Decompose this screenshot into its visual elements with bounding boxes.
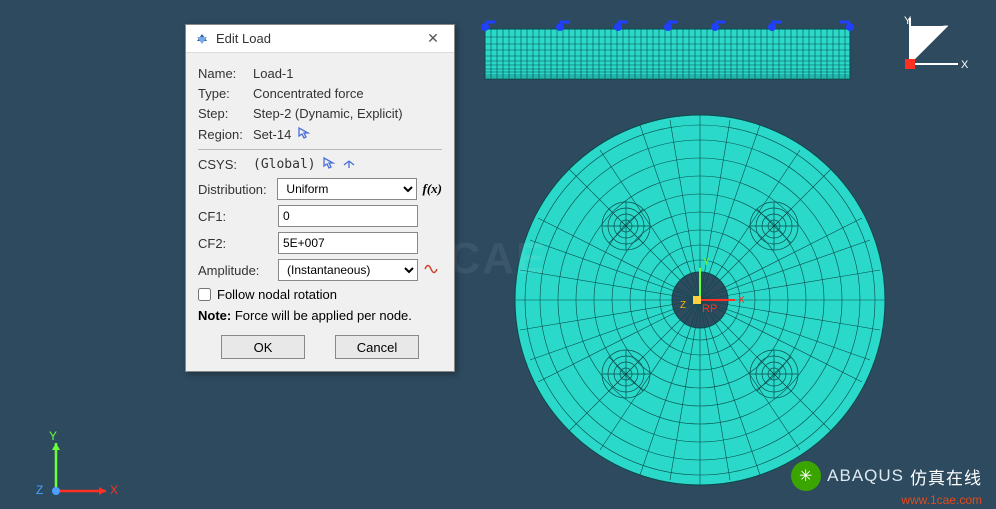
follow-nodal-rotation-label: Follow nodal rotation [217, 287, 337, 302]
name-label: Name: [198, 66, 253, 81]
type-value: Concentrated force [253, 86, 364, 101]
csys-value: (Global) [253, 157, 316, 172]
name-value: Load-1 [253, 66, 293, 81]
amplitude-select[interactable]: (Instantaneous) [278, 259, 418, 281]
pick-region-icon[interactable] [297, 126, 311, 143]
reference-axes: X Y [898, 14, 978, 84]
cf1-input[interactable] [278, 205, 418, 227]
wechat-icon: ✳ [791, 461, 821, 491]
viewport-canvas[interactable]: X Y Z RP [0, 0, 996, 509]
axis-z-label: Z [36, 483, 43, 497]
abaqus-logo-icon [194, 31, 210, 47]
beam-mesh [482, 22, 853, 79]
svg-text:Z: Z [680, 300, 686, 311]
type-label: Type: [198, 86, 253, 101]
step-label: Step: [198, 106, 253, 121]
cf1-label: CF1: [198, 209, 278, 224]
svg-text:RP: RP [702, 303, 717, 315]
viewport[interactable]: X Y Z RP [0, 0, 996, 509]
cf2-input[interactable] [278, 232, 418, 254]
watermark-url: www.1cae.com [901, 493, 982, 507]
cf2-label: CF2: [198, 236, 278, 251]
distribution-label: Distribution: [198, 182, 277, 197]
svg-text:X: X [738, 295, 745, 306]
note-text: Note: Force will be applied per node. [198, 308, 442, 323]
region-value: Set-14 [253, 127, 291, 142]
region-label: Region: [198, 127, 253, 142]
pick-csys-icon[interactable] [322, 156, 336, 173]
disk-mesh: X Y Z RP [515, 115, 885, 485]
svg-text:Y: Y [904, 15, 912, 27]
follow-nodal-rotation-checkbox[interactable] [198, 288, 211, 301]
ok-button[interactable]: OK [221, 335, 305, 359]
csys-label: CSYS: [198, 157, 253, 172]
svg-text:X: X [961, 59, 969, 71]
dialog-title: Edit Load [216, 31, 418, 46]
axis-y-label: Y [49, 429, 57, 443]
create-csys-icon[interactable] [342, 156, 356, 173]
svg-text:Y: Y [703, 257, 710, 268]
close-button[interactable]: ✕ [418, 28, 448, 50]
amplitude-icon[interactable] [424, 262, 440, 279]
global-triad: X Y Z [44, 433, 124, 503]
fx-icon[interactable]: f(x) [423, 181, 443, 197]
watermark-abaqus: ✳ ABAQUS 仿真在线 [791, 461, 982, 491]
axis-x-label: X [110, 483, 118, 497]
step-value: Step-2 (Dynamic, Explicit) [253, 106, 403, 121]
cancel-button[interactable]: Cancel [335, 335, 419, 359]
distribution-select[interactable]: Uniform [277, 178, 416, 200]
dialog-titlebar[interactable]: Edit Load ✕ [186, 25, 454, 53]
edit-load-dialog: Edit Load ✕ Name: Load-1 Type: Concentra… [185, 24, 455, 372]
amplitude-label: Amplitude: [198, 263, 278, 278]
